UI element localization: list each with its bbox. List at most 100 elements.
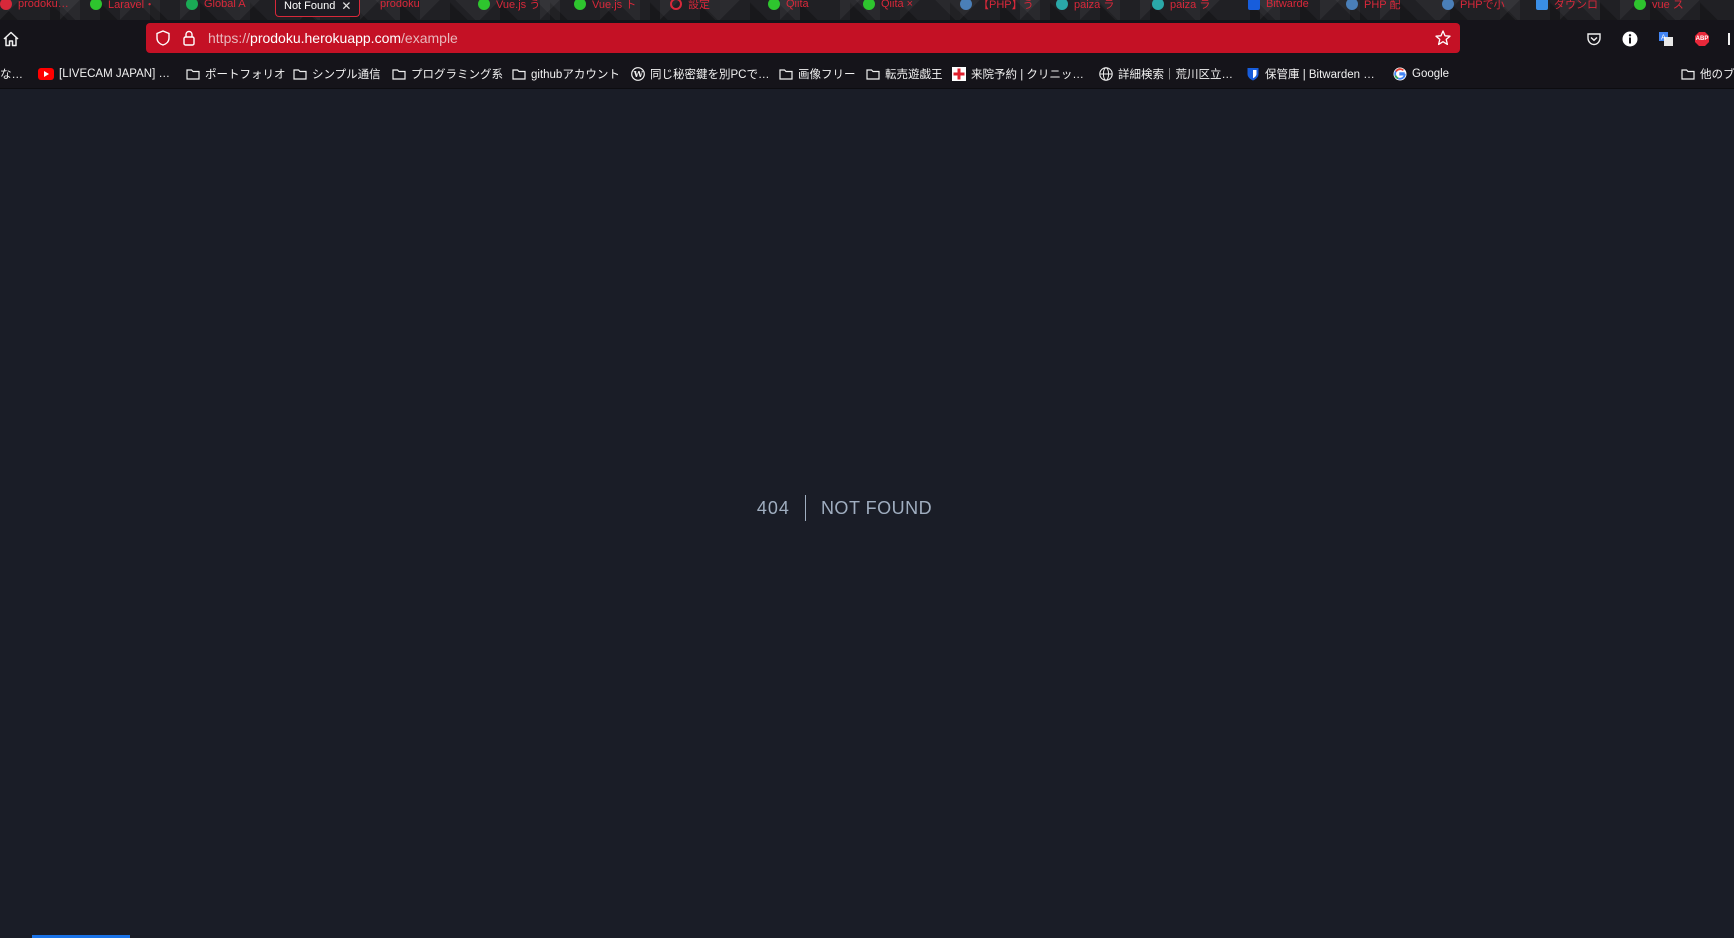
tab-label: Global A xyxy=(204,0,246,10)
bookmark-item[interactable]: 保管庫 | Bitwarden … xyxy=(1246,65,1375,83)
tab-php-1[interactable]: 【PHP】う xyxy=(960,0,1034,14)
tab-label: Not Found xyxy=(284,0,336,12)
tab-prodoku[interactable]: prodoku… xyxy=(0,0,69,14)
lock-icon[interactable] xyxy=(180,29,198,47)
bookmark-item[interactable]: [LIVECAM JAPAN] … xyxy=(38,65,170,83)
tab-favicon-icon xyxy=(1442,0,1454,10)
bookmark-folder[interactable]: githubアカウント xyxy=(512,65,620,83)
bookmark-label: 詳細検索｜荒川区立… xyxy=(1118,69,1233,81)
page-content: 404 Not Found xyxy=(0,89,1734,938)
tab-favicon-icon xyxy=(1346,0,1358,10)
other-bookmarks-folder[interactable]: 他のブ xyxy=(1681,65,1734,83)
error-code: 404 xyxy=(756,497,790,518)
tab-label: prodoku… xyxy=(18,0,69,10)
pocket-button[interactable] xyxy=(1585,30,1603,48)
svg-text:W: W xyxy=(633,70,644,80)
tab-qiita-2[interactable]: Qiita × xyxy=(863,0,913,14)
bookmark-folder[interactable]: シンプル通信 xyxy=(293,65,381,83)
info-extension-button[interactable] xyxy=(1621,30,1639,48)
bookmark-label: [LIVECAM JAPAN] … xyxy=(59,68,170,80)
tab-label: vue ス xyxy=(1652,0,1684,11)
home-button[interactable] xyxy=(2,30,20,48)
home-icon xyxy=(3,31,19,47)
bookmark-label: 来院予約 | クリニッ… xyxy=(971,69,1084,81)
menu-icon xyxy=(1728,33,1730,45)
tab-close-icon[interactable]: ✕ xyxy=(341,0,351,13)
bookmark-folder[interactable]: プログラミング系 xyxy=(392,65,503,83)
tab-favicon-icon xyxy=(478,0,490,10)
menu-button[interactable] xyxy=(1726,30,1734,48)
bookmark-label: プログラミング系 xyxy=(411,69,503,81)
url-host: prodoku.herokuapp.com xyxy=(250,30,402,46)
bookmark-star-icon[interactable] xyxy=(1434,29,1452,47)
tab-label: 【PHP】う xyxy=(978,0,1034,11)
tab-vue-3[interactable]: vue ス xyxy=(1634,0,1684,14)
folder-icon xyxy=(293,69,307,80)
bookmark-label: 保管庫 | Bitwarden … xyxy=(1265,69,1375,81)
bookmark-label: な… xyxy=(0,69,23,81)
tab-label: 設定 xyxy=(688,0,710,11)
tab-bitwarden[interactable]: Bitwarde xyxy=(1248,0,1309,14)
tab-favicon-icon xyxy=(863,0,875,10)
globe-icon xyxy=(1099,67,1113,81)
folder-icon xyxy=(186,69,200,80)
adblock-extension-button[interactable]: ABP xyxy=(1693,30,1711,48)
not-found-message: 404 Not Found xyxy=(0,495,1689,521)
tab-favicon-icon xyxy=(768,0,780,10)
tab-php-3[interactable]: PHPで小 xyxy=(1442,0,1505,14)
tab-label: PHP 配 xyxy=(1364,0,1401,11)
folder-icon xyxy=(866,69,880,80)
shield-icon[interactable] xyxy=(154,29,172,47)
tab-label: Qiita × xyxy=(881,0,914,10)
tab-favicon-icon xyxy=(960,0,972,10)
tab-label: PHPで小 xyxy=(1460,0,1505,11)
tab-paiza-1[interactable]: paiza ラ xyxy=(1056,0,1114,14)
clinic-icon xyxy=(952,67,966,81)
tab-strip: prodoku… Laravel・ Global A Not Found ✕ p… xyxy=(0,0,1734,20)
tab-vue-2[interactable]: Vue.js ト xyxy=(574,0,636,14)
bookmark-item[interactable]: 詳細検索｜荒川区立… xyxy=(1099,65,1233,83)
tab-label: prodoku xyxy=(380,0,420,10)
tab-favicon-icon xyxy=(0,0,12,10)
tab-qiita-1[interactable]: Qiita xyxy=(768,0,809,14)
url-scheme: https:// xyxy=(208,30,251,46)
tab-laravel[interactable]: Laravel・ xyxy=(90,0,155,14)
bookmark-label: githubアカウント xyxy=(531,69,620,81)
translate-extension-button[interactable]: A xyxy=(1657,30,1675,48)
folder-icon xyxy=(512,69,526,80)
tab-settings[interactable]: 設定 xyxy=(670,0,710,14)
translate-icon: A xyxy=(1659,32,1673,46)
tab-label: Vue.js ト xyxy=(592,0,637,11)
bitwarden-icon xyxy=(1248,0,1260,10)
tab-favicon-icon xyxy=(1056,0,1068,10)
tab-favicon-icon xyxy=(1634,0,1646,10)
bookmark-item[interactable]: W 同じ秘密鍵を別PCで… xyxy=(631,65,769,83)
tab-download[interactable]: ダウンロ xyxy=(1536,0,1598,14)
tab-paiza-2[interactable]: paiza ラ xyxy=(1152,0,1210,14)
bookmark-folder[interactable]: 転売遊戯王 xyxy=(866,65,943,83)
folder-icon xyxy=(779,69,793,80)
bookmark-folder[interactable]: 画像フリー xyxy=(779,65,856,83)
svg-text:A: A xyxy=(1661,34,1666,42)
url-path: /example xyxy=(401,30,458,46)
tab-vue-1[interactable]: Vue.js う xyxy=(478,0,540,14)
bitwarden-icon xyxy=(1247,68,1259,81)
url-text[interactable]: https://prodoku.herokuapp.com/example xyxy=(208,30,458,46)
tab-favicon-icon xyxy=(186,0,198,10)
nav-toolbar: https://prodoku.herokuapp.com/example A … xyxy=(0,20,1734,60)
tab-favicon-icon xyxy=(574,0,586,10)
tab-favicon-icon xyxy=(1536,0,1548,10)
bookmark-item[interactable]: 来院予約 | クリニッ… xyxy=(952,65,1084,83)
tab-not-found[interactable]: Not Found ✕ xyxy=(275,0,361,17)
bookmark-folder[interactable]: ポートフォリオ xyxy=(186,65,286,83)
url-bar[interactable]: https://prodoku.herokuapp.com/example xyxy=(146,23,1460,53)
tab-php-2[interactable]: PHP 配 xyxy=(1346,0,1400,14)
bookmark-item[interactable]: Google xyxy=(1393,65,1449,83)
bookmark-label: 他のブ xyxy=(1700,69,1734,81)
tab-prodoku-2[interactable]: prodoku xyxy=(380,0,420,14)
bookmark-item[interactable]: な… xyxy=(0,65,23,83)
tab-global[interactable]: Global A xyxy=(186,0,246,14)
tab-label: ダウンロ xyxy=(1554,0,1598,11)
bookmark-label: Google xyxy=(1412,68,1450,80)
bookmark-label: 同じ秘密鍵を別PCで… xyxy=(650,69,770,81)
